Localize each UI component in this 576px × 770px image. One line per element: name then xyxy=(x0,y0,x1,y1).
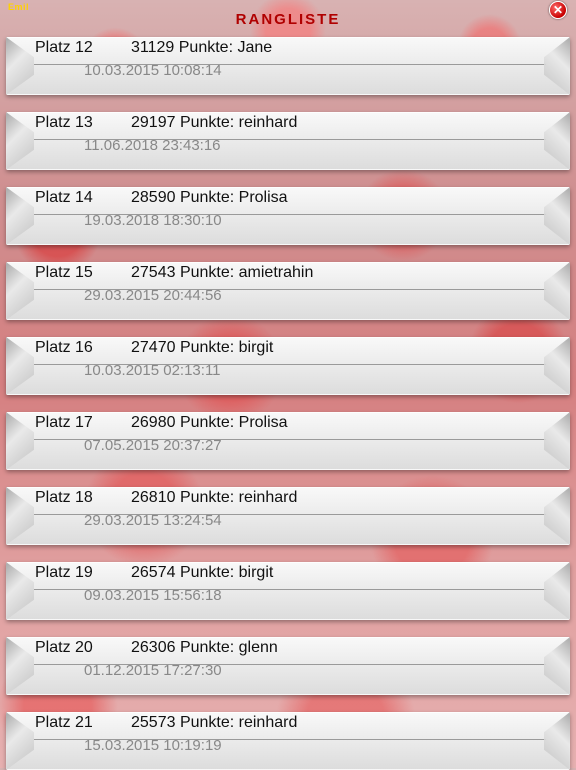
list-item[interactable]: Platz 15 27543 Punkte: amietrahin 29.03.… xyxy=(6,262,570,320)
list-item[interactable]: Platz 16 27470 Punkte: birgit 10.03.2015… xyxy=(6,337,570,395)
rank-label: Platz 18 xyxy=(35,489,93,506)
rank-label: Platz 12 xyxy=(35,39,93,56)
date-label: 01.12.2015 17:27:30 xyxy=(84,662,222,679)
date-label: 07.05.2015 20:37:27 xyxy=(84,437,222,454)
list-item[interactable]: Platz 14 28590 Punkte: Prolisa 19.03.201… xyxy=(6,187,570,245)
rank-label: Platz 14 xyxy=(35,189,93,206)
rank-label: Platz 21 xyxy=(35,714,93,731)
score-label: 26574 Punkte: birgit xyxy=(131,564,274,581)
score-label: 28590 Punkte: Prolisa xyxy=(131,189,288,206)
list-item[interactable]: Platz 13 29197 Punkte: reinhard 11.06.20… xyxy=(6,112,570,170)
date-label: 15.03.2015 10:19:19 xyxy=(84,737,222,754)
score-label: 25573 Punkte: reinhard xyxy=(131,714,298,731)
rank-label: Platz 15 xyxy=(35,264,93,281)
rank-label: Platz 17 xyxy=(35,414,93,431)
list-item[interactable]: Platz 12 31129 Punkte: Jane 10.03.2015 1… xyxy=(6,37,570,95)
close-icon[interactable]: ✕ xyxy=(549,1,567,19)
score-label: 29197 Punkte: reinhard xyxy=(131,114,298,131)
score-label: 26810 Punkte: reinhard xyxy=(131,489,298,506)
list-item[interactable]: Platz 18 26810 Punkte: reinhard 29.03.20… xyxy=(6,487,570,545)
rank-label: Platz 19 xyxy=(35,564,93,581)
list-item[interactable]: Platz 19 26574 Punkte: birgit 09.03.2015… xyxy=(6,562,570,620)
date-label: 10.03.2015 10:08:14 xyxy=(84,62,222,79)
date-label: 29.03.2015 13:24:54 xyxy=(84,512,222,529)
score-label: 31129 Punkte: Jane xyxy=(131,39,273,56)
page-title: RANGLISTE xyxy=(235,11,341,28)
score-label: 26980 Punkte: Prolisa xyxy=(131,414,288,431)
date-label: 10.03.2015 02:13:11 xyxy=(84,362,221,379)
rank-label: Platz 20 xyxy=(35,639,93,656)
list-item[interactable]: Platz 21 25573 Punkte: reinhard 15.03.20… xyxy=(6,712,570,770)
rank-label: Platz 16 xyxy=(35,339,93,356)
date-label: 29.03.2015 20:44:56 xyxy=(84,287,222,304)
list-item[interactable]: Platz 17 26980 Punkte: Prolisa 07.05.201… xyxy=(6,412,570,470)
score-label: 27470 Punkte: birgit xyxy=(131,339,274,356)
date-label: 11.06.2018 23:43:16 xyxy=(84,137,221,154)
list-item[interactable]: Platz 20 26306 Punkte: glenn 01.12.2015 … xyxy=(6,637,570,695)
date-label: 09.03.2015 15:56:18 xyxy=(84,587,222,604)
date-label: 19.03.2018 18:30:10 xyxy=(84,212,222,229)
score-label: 27543 Punkte: amietrahin xyxy=(131,264,314,281)
score-label: 26306 Punkte: glenn xyxy=(131,639,278,656)
rank-label: Platz 13 xyxy=(35,114,93,131)
